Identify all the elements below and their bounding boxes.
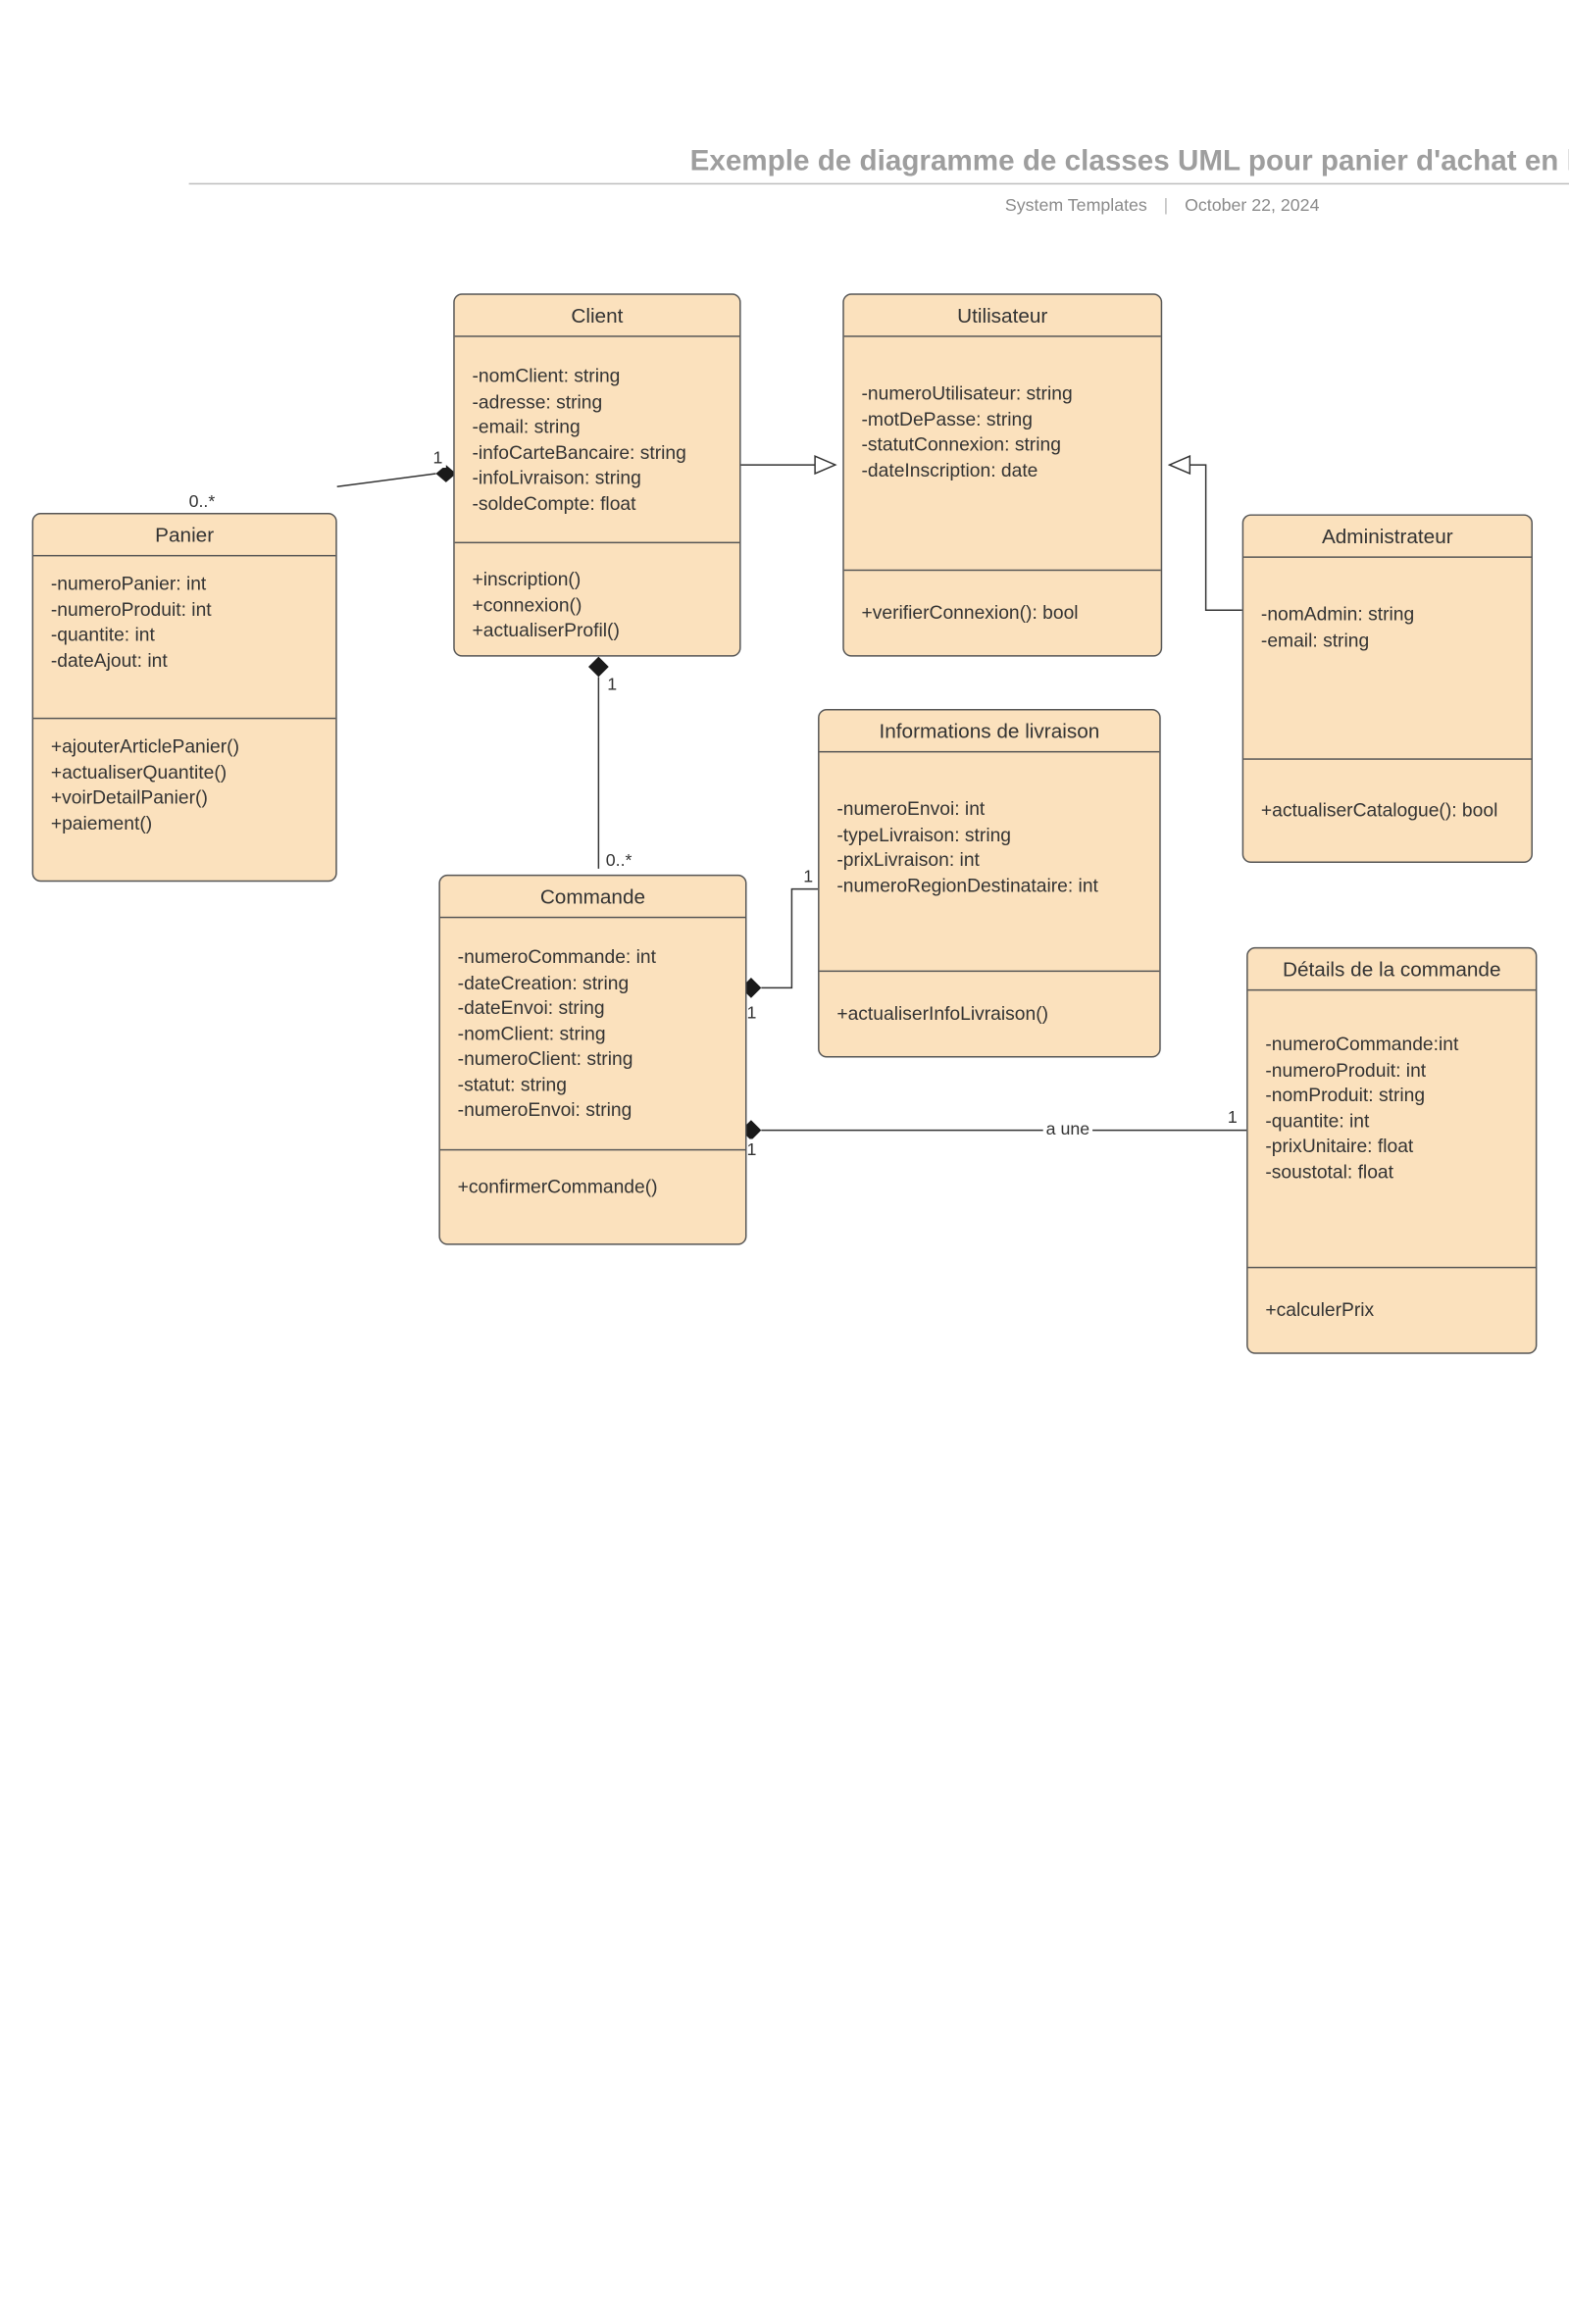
- class-name: Administrateur: [1243, 516, 1531, 558]
- class-name: Commande: [440, 876, 745, 918]
- operations: +verifierConnexion(): bool: [844, 572, 1161, 655]
- title-divider: [189, 183, 1569, 184]
- attributes: -nomClient: string -adresse: string -ema…: [455, 337, 739, 544]
- operations: +inscription() +connexion() +actualiserP…: [455, 543, 739, 658]
- operations: +calculerPrix: [1248, 1269, 1536, 1352]
- class-client[interactable]: Client -nomClient: string -adresse: stri…: [453, 293, 740, 656]
- subtitle-right: October 22, 2024: [1185, 195, 1319, 216]
- class-name: Utilisateur: [844, 295, 1161, 337]
- class-utilisateur[interactable]: Utilisateur -numeroUtilisateur: string -…: [842, 293, 1162, 656]
- multiplicity-label: 1: [430, 447, 446, 468]
- operations: +actualiserInfoLivraison(): [820, 973, 1160, 1056]
- attributes: -nomAdmin: string -email: string: [1243, 558, 1531, 761]
- operations: +actualiserCatalogue(): bool: [1243, 760, 1531, 861]
- class-commande[interactable]: Commande -numeroCommande: int -dateCreat…: [438, 875, 746, 1245]
- multiplicity-label: 0..*: [603, 850, 635, 871]
- attributes: -numeroCommande:int -numeroProduit: int …: [1248, 990, 1536, 1269]
- operations: +confirmerCommande(): [440, 1150, 745, 1243]
- class-name: Détails de la commande: [1248, 948, 1536, 990]
- multiplicity-label: 1: [604, 674, 620, 694]
- class-details-commande[interactable]: Détails de la commande -numeroCommande:i…: [1246, 947, 1537, 1354]
- association-label: a une: [1043, 1119, 1092, 1139]
- multiplicity-label: 1: [800, 866, 816, 886]
- attributes: -numeroCommande: int -dateCreation: stri…: [440, 918, 745, 1150]
- attributes: -numeroPanier: int -numeroProduit: int -…: [33, 556, 335, 719]
- operations: +ajouterArticlePanier() +actualiserQuant…: [33, 719, 335, 880]
- class-informations-livraison[interactable]: Informations de livraison -numeroEnvoi: …: [818, 709, 1161, 1058]
- class-name: Client: [455, 295, 739, 337]
- page-title: Exemple de diagramme de classes UML pour…: [0, 145, 1569, 178]
- multiplicity-label: 1: [1225, 1107, 1240, 1128]
- attributes: -numeroUtilisateur: string -motDePasse: …: [844, 337, 1161, 572]
- multiplicity-label: 0..*: [186, 491, 219, 512]
- class-name: Informations de livraison: [820, 710, 1160, 752]
- class-panier[interactable]: Panier -numeroPanier: int -numeroProduit…: [32, 513, 337, 882]
- subtitle-separator: |: [1164, 195, 1169, 216]
- attributes: -numeroEnvoi: int -typeLivraison: string…: [820, 752, 1160, 972]
- subtitle-left: System Templates: [1005, 195, 1147, 216]
- page-subtitle: System Templates | October 22, 2024: [0, 195, 1569, 216]
- class-administrateur[interactable]: Administrateur -nomAdmin: string -email:…: [1242, 514, 1533, 863]
- class-name: Panier: [33, 514, 335, 556]
